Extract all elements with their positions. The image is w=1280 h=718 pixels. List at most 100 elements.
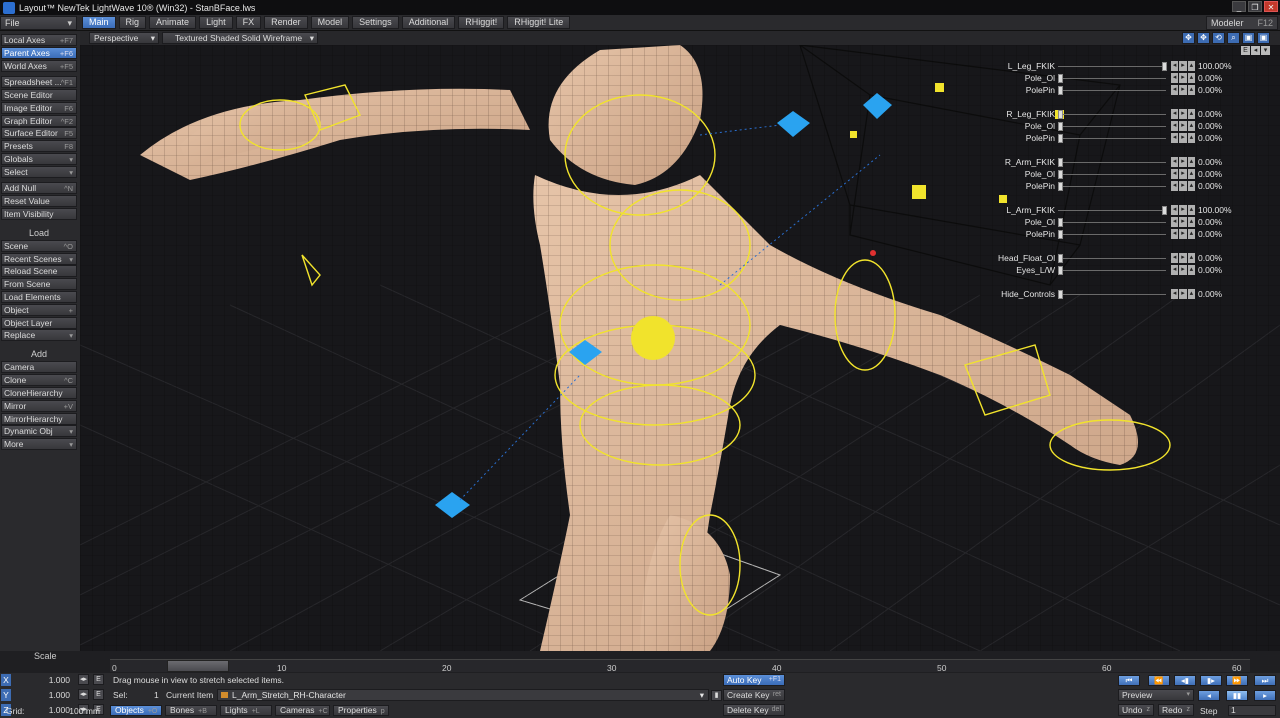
tab-rhiggit-lite[interactable]: RHiggit! Lite [507, 16, 571, 29]
step-arrow-icon[interactable]: ▸ [1179, 265, 1187, 275]
sidebar-item-surface-editor[interactable]: Surface Editor F5 [1, 127, 77, 139]
value-arrows-icon[interactable]: ◂▸ [78, 674, 89, 685]
file-menu-button[interactable]: File [0, 16, 77, 30]
tab-model[interactable]: Model [310, 16, 350, 29]
current-item-dropdown[interactable]: L_Arm_Stretch_RH-Character [217, 689, 709, 701]
sidebar-item-graph-editor[interactable]: Graph Editor ^F2 [1, 115, 77, 127]
tab-main[interactable]: Main [82, 16, 116, 29]
channel-slider-knob[interactable] [1162, 62, 1167, 71]
modeler-button[interactable]: Modeler F12 [1206, 16, 1278, 30]
step-arrow-icon[interactable]: ◂ [1171, 109, 1179, 119]
sidebar-item-object[interactable]: Object + [1, 304, 77, 316]
step-arrow-icon[interactable]: ▸ [1179, 289, 1187, 299]
channel-step-buttons[interactable]: ◂ ▸ ▴ [1171, 133, 1195, 143]
step-arrow-icon[interactable]: ◂ [1171, 289, 1179, 299]
select-properties-button[interactable]: Properties p [333, 705, 389, 716]
sidebar-item-more[interactable]: More ▾ [1, 438, 77, 450]
step-arrow-icon[interactable]: ▸ [1179, 181, 1187, 191]
maximize-viewport-icon[interactable]: ▣ [1242, 32, 1255, 44]
sidebar-item-local-axes[interactable]: Local Axes +F7 [1, 34, 77, 46]
zoom-view-icon[interactable]: ⌕ [1227, 32, 1240, 44]
step-arrow-icon[interactable]: ▴ [1187, 85, 1195, 95]
step-arrow-icon[interactable]: ▸ [1179, 253, 1187, 263]
next-key-button[interactable]: ⏩ [1226, 675, 1248, 686]
step-arrow-icon[interactable]: ▸ [1179, 205, 1187, 215]
shading-mode-dropdown[interactable]: Textured Shaded Solid Wireframe [162, 32, 318, 44]
step-arrow-icon[interactable]: ▴ [1187, 181, 1195, 191]
channel-slider[interactable] [1058, 294, 1166, 295]
select-lights-button[interactable]: Lights +L [220, 705, 272, 716]
play-reverse-button[interactable]: ◂ [1198, 690, 1220, 701]
preview-dropdown[interactable]: Preview ▾ [1118, 689, 1194, 701]
channel-slider[interactable] [1058, 126, 1166, 127]
sidebar-item-image-editor[interactable]: Image Editor F6 [1, 102, 77, 114]
step-arrow-icon[interactable]: ▴ [1187, 133, 1195, 143]
channel-step-buttons[interactable]: ◂ ▸ ▴ [1171, 289, 1195, 299]
create-key-button[interactable]: Create Key ret [723, 689, 785, 701]
channel-slider[interactable] [1058, 234, 1166, 235]
value-arrows-icon[interactable]: ◂▸ [78, 689, 89, 700]
channel-slider-knob[interactable] [1058, 230, 1063, 239]
step-arrow-icon[interactable]: ◂ [1171, 73, 1179, 83]
sidebar-item-item-visibility[interactable]: Item Visibility [1, 208, 77, 220]
channel-step-buttons[interactable]: ◂ ▸ ▴ [1171, 181, 1195, 191]
sidebar-item-globals[interactable]: Globals ▾ [1, 153, 77, 165]
channel-step-buttons[interactable]: ◂ ▸ ▴ [1171, 169, 1195, 179]
close-button[interactable]: ✕ [1264, 1, 1278, 12]
step-field[interactable]: 1 [1228, 705, 1276, 716]
minimize-button[interactable]: _ [1232, 1, 1246, 12]
sidebar-item-add-null[interactable]: Add Null ^N [1, 182, 77, 194]
sidebar-item-spreadsheet[interactable]: Spreadsheet ... ^F1 [1, 76, 77, 88]
channel-slider-knob[interactable] [1162, 206, 1167, 215]
sidebar-item-select[interactable]: Select ▾ [1, 166, 77, 178]
select-bones-button[interactable]: Bones +B [165, 705, 217, 716]
frame-slider-thumb[interactable] [167, 660, 229, 672]
step-arrow-icon[interactable]: ▴ [1187, 121, 1195, 131]
sidebar-item-presets[interactable]: Presets F8 [1, 140, 77, 152]
step-arrow-icon[interactable]: ◂ [1171, 217, 1179, 227]
play-button[interactable]: ▸ [1254, 690, 1276, 701]
delete-key-button[interactable]: Delete Key del [723, 704, 785, 716]
step-arrow-icon[interactable]: ◂ [1171, 229, 1179, 239]
step-arrow-icon[interactable]: ◂ [1171, 85, 1179, 95]
panel-menu-icon[interactable]: ▾ [1261, 46, 1270, 55]
step-arrow-icon[interactable]: ▴ [1187, 61, 1195, 71]
step-arrow-icon[interactable]: ◂ [1171, 169, 1179, 179]
select-objects-button[interactable]: Objects +O [110, 705, 162, 716]
channel-slider[interactable] [1058, 174, 1166, 175]
redo-button[interactable]: Redo z [1158, 704, 1194, 716]
channel-step-buttons[interactable]: ◂ ▸ ▴ [1171, 253, 1195, 263]
sidebar-item-scene[interactable]: Scene ^O [1, 240, 77, 252]
channel-slider-knob[interactable] [1058, 110, 1063, 119]
channel-slider-knob[interactable] [1058, 122, 1063, 131]
step-arrow-icon[interactable]: ▸ [1179, 157, 1187, 167]
channel-step-buttons[interactable]: ◂ ▸ ▴ [1171, 73, 1195, 83]
axis-toggle[interactable]: Y [1, 689, 11, 701]
channel-step-buttons[interactable]: ◂ ▸ ▴ [1171, 205, 1195, 215]
step-arrow-icon[interactable]: ◂ [1171, 265, 1179, 275]
channel-slider[interactable] [1058, 162, 1166, 163]
channel-step-buttons[interactable]: ◂ ▸ ▴ [1171, 61, 1195, 71]
axis-value-field[interactable]: 1.000 [14, 689, 72, 701]
step-arrow-icon[interactable]: ◂ [1171, 181, 1179, 191]
sidebar-item-dynamic-obj[interactable]: Dynamic Obj ▾ [1, 425, 77, 437]
channel-slider-knob[interactable] [1058, 74, 1063, 83]
step-arrow-icon[interactable]: ▸ [1179, 73, 1187, 83]
tab-fx[interactable]: FX [235, 16, 262, 29]
channel-slider-knob[interactable] [1058, 170, 1063, 179]
undo-button[interactable]: Undo z [1118, 704, 1154, 716]
step-arrow-icon[interactable]: ▴ [1187, 289, 1195, 299]
channel-step-buttons[interactable]: ◂ ▸ ▴ [1171, 265, 1195, 275]
axis-toggle[interactable]: X [1, 674, 11, 686]
channel-slider[interactable] [1058, 210, 1166, 211]
channel-slider[interactable] [1058, 114, 1166, 115]
channel-slider-knob[interactable] [1058, 218, 1063, 227]
step-arrow-icon[interactable]: ▴ [1187, 157, 1195, 167]
step-arrow-icon[interactable]: ▸ [1179, 61, 1187, 71]
channel-step-buttons[interactable]: ◂ ▸ ▴ [1171, 109, 1195, 119]
axis-value-field[interactable]: 1.000 [14, 674, 72, 686]
tab-additional[interactable]: Additional [401, 16, 456, 29]
end-frame-field[interactable]: 60 [1232, 663, 1241, 673]
tab-animate[interactable]: Animate [149, 16, 197, 29]
sidebar-item-mirror[interactable]: Mirror +V [1, 400, 77, 412]
